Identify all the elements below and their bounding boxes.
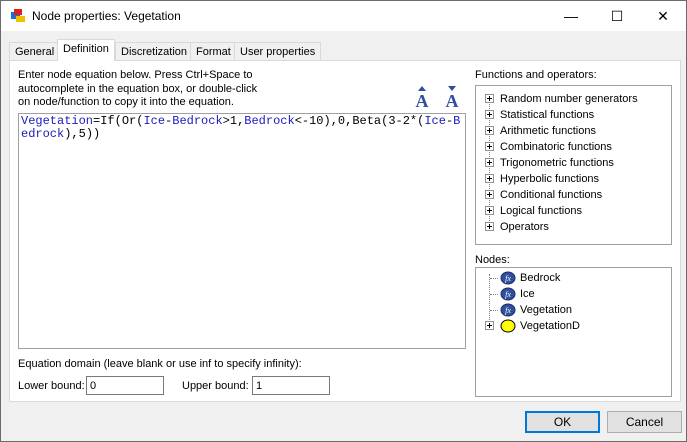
function-category-label: Hyperbolic functions bbox=[500, 173, 600, 185]
title-bar: Node properties: Vegetation — ☐ ✕ bbox=[1, 1, 686, 31]
function-category-label: Trigonometric functions bbox=[500, 157, 614, 169]
expand-plus-icon[interactable] bbox=[485, 126, 494, 135]
tab-discretization[interactable]: Discretization bbox=[115, 42, 194, 61]
tab-general[interactable]: General bbox=[9, 42, 61, 61]
font-increase-icon[interactable]: A bbox=[410, 85, 434, 109]
function-category-label: Arithmetic functions bbox=[500, 125, 596, 137]
function-category-label: Operators bbox=[500, 221, 549, 233]
equation-node-reference: Bedrock bbox=[244, 114, 295, 128]
node-label: Ice bbox=[520, 288, 535, 300]
expand-plus-icon[interactable] bbox=[485, 190, 494, 199]
expand-plus-icon[interactable] bbox=[485, 158, 494, 167]
equation-node-reference: Vegetation bbox=[21, 114, 94, 128]
close-button[interactable]: ✕ bbox=[640, 1, 686, 31]
cancel-button[interactable]: Cancel bbox=[607, 411, 682, 433]
function-category-label: Logical functions bbox=[500, 205, 582, 217]
nodes-tree[interactable]: fx Bedrock fx Ice fx Vegetation VegetationD bbox=[475, 267, 672, 397]
instructions-text: Enter node equation below. Press Ctrl+Sp… bbox=[18, 69, 258, 108]
domain-label: Equation domain (leave blank or use inf … bbox=[18, 358, 302, 370]
expand-plus-icon[interactable] bbox=[485, 142, 494, 151]
node-label: VegetationD bbox=[520, 320, 580, 332]
font-decrease-icon[interactable]: A bbox=[440, 85, 464, 109]
app-logo-icon bbox=[11, 9, 25, 22]
expand-plus-icon[interactable] bbox=[485, 206, 494, 215]
node-label: Bedrock bbox=[520, 272, 561, 284]
svg-text:A: A bbox=[446, 91, 459, 109]
equation-token: =If(Or( bbox=[93, 114, 144, 128]
lower-bound-label: Lower bound: bbox=[18, 380, 85, 392]
lower-bound-input[interactable]: 0 bbox=[86, 376, 164, 395]
tab-format[interactable]: Format bbox=[190, 42, 237, 61]
equation-token: ),5)) bbox=[64, 127, 101, 141]
fx-node-icon: fx bbox=[500, 287, 516, 301]
svg-text:A: A bbox=[416, 91, 429, 109]
svg-text:fx: fx bbox=[505, 290, 511, 299]
upper-bound-input[interactable]: 1 bbox=[252, 376, 330, 395]
equation-text[interactable]: Vegetation=If(Or(Ice-Bedrock>1,Bedrock<-… bbox=[21, 115, 461, 141]
window-title: Node properties: Vegetation bbox=[32, 9, 181, 23]
ok-button[interactable]: OK bbox=[525, 411, 600, 433]
fx-node-icon: fx bbox=[500, 271, 516, 285]
minimize-button[interactable]: — bbox=[548, 1, 594, 31]
equation-token: <-10),0,Beta(3-2*( bbox=[294, 114, 425, 128]
function-category-label: Random number generators bbox=[500, 93, 638, 105]
expand-plus-icon[interactable] bbox=[485, 174, 494, 183]
tab-definition[interactable]: Definition bbox=[57, 39, 115, 61]
expand-plus-icon[interactable] bbox=[485, 94, 494, 103]
equation-editor[interactable]: Vegetation=If(Or(Ice-Bedrock>1,Bedrock<-… bbox=[18, 113, 466, 349]
expand-plus-icon[interactable] bbox=[485, 222, 494, 231]
equation-node-reference: Ice bbox=[143, 114, 166, 128]
maximize-button[interactable]: ☐ bbox=[594, 1, 640, 31]
nodes-label: Nodes: bbox=[475, 254, 510, 266]
functions-label: Functions and operators: bbox=[475, 69, 597, 81]
upper-bound-label: Upper bound: bbox=[182, 380, 249, 392]
node-label: Vegetation bbox=[520, 304, 572, 316]
equation-token: >1, bbox=[222, 114, 245, 128]
fx-node-icon: fx bbox=[500, 303, 516, 317]
svg-text:fx: fx bbox=[505, 306, 511, 315]
tab-user-properties[interactable]: User properties bbox=[234, 42, 322, 61]
expand-plus-icon[interactable] bbox=[485, 321, 494, 330]
function-category-label: Combinatoric functions bbox=[500, 141, 612, 153]
function-category-label: Statistical functions bbox=[500, 109, 595, 121]
yellow-ellipse-node-icon bbox=[500, 319, 516, 333]
svg-text:fx: fx bbox=[505, 274, 511, 283]
node-properties-dialog: Node properties: Vegetation — ☐ ✕ Genera… bbox=[0, 0, 687, 442]
expand-plus-icon[interactable] bbox=[485, 110, 494, 119]
function-category-label: Conditional functions bbox=[500, 189, 603, 201]
equation-node-reference: Ice bbox=[424, 114, 446, 128]
functions-tree[interactable]: Random number generators Statistical func… bbox=[475, 85, 672, 245]
equation-node-reference: Bedrock bbox=[172, 114, 223, 128]
